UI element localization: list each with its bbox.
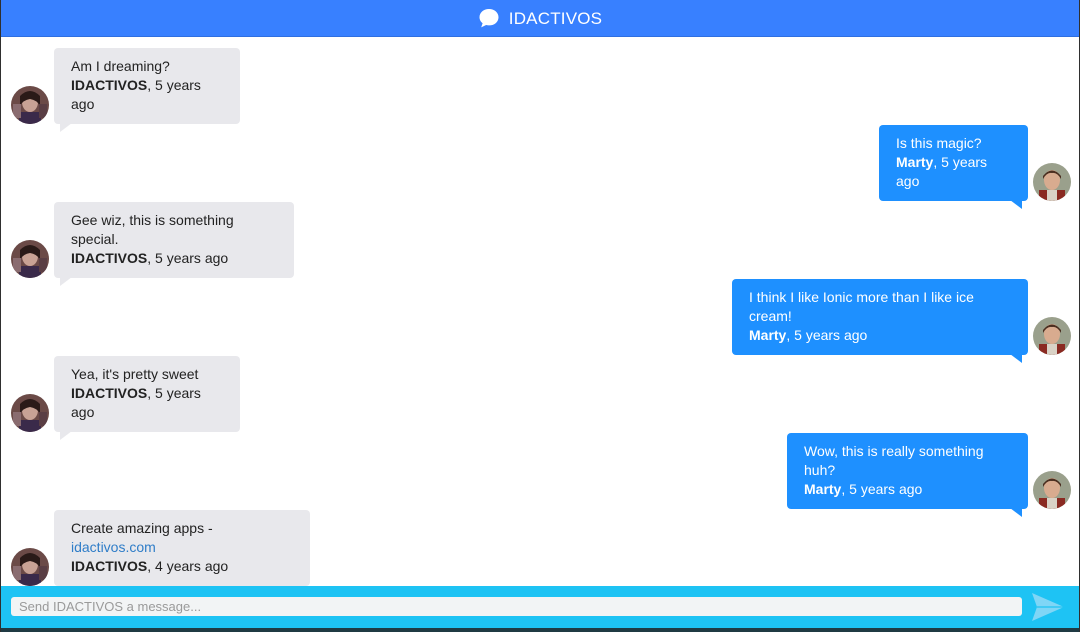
message-meta: Marty, 5 years ago [896, 153, 1011, 191]
message-bubble: Create amazing apps - idactivos.com IDAC… [54, 510, 310, 594]
message-item: Gee wiz, this is something special. IDAC… [11, 202, 294, 286]
message-bubble: Is this magic? Marty, 5 years ago [879, 125, 1028, 209]
message-text: Am I dreaming? [71, 58, 170, 74]
message-text: Create amazing apps - idactivos.com [71, 519, 293, 557]
idactivos-link[interactable]: idactivos.com [71, 539, 156, 555]
message-list[interactable]: Am I dreaming? IDACTIVOS, 5 years ago Is… [1, 37, 1079, 594]
message-meta: IDACTIVOS, 4 years ago [71, 557, 293, 576]
avatar-marty [1033, 471, 1071, 509]
message-bubble: Gee wiz, this is something special. IDAC… [54, 202, 294, 286]
message-author: Marty [896, 154, 934, 170]
avatar-idactivos [11, 394, 49, 432]
message-time: , 5 years ago [841, 481, 923, 497]
message-text: Gee wiz, this is something special. [71, 212, 234, 247]
avatar-idactivos [11, 548, 49, 586]
bottom-strip [1, 628, 1079, 632]
message-meta: IDACTIVOS, 5 years ago [71, 249, 277, 268]
message-author: IDACTIVOS [71, 558, 148, 574]
message-time: , 5 years ago [786, 327, 868, 343]
message-bubble: Yea, it's pretty sweet IDACTIVOS, 5 year… [54, 356, 240, 440]
avatar-idactivos [11, 86, 49, 124]
message-time: , 4 years ago [147, 558, 229, 574]
message-text: Wow, this is really something huh? [804, 443, 984, 478]
message-time: , 5 years ago [147, 250, 229, 266]
message-text: Is this magic? [896, 135, 982, 151]
send-icon [1032, 593, 1064, 621]
message-author: Marty [749, 327, 787, 343]
message-meta: Marty, 5 years ago [804, 480, 1011, 499]
message-text: I think I like Ionic more than I like ic… [749, 289, 974, 324]
avatar-idactivos [11, 240, 49, 278]
message-meta: IDACTIVOS, 5 years ago [71, 384, 223, 422]
send-button[interactable] [1031, 592, 1065, 622]
message-item: I think I like Ionic more than I like ic… [732, 279, 1071, 363]
message-meta: Marty, 5 years ago [749, 326, 1011, 345]
page-title: IDACTIVOS [508, 8, 603, 28]
message-author: IDACTIVOS [71, 250, 148, 266]
message-item: Yea, it's pretty sweet IDACTIVOS, 5 year… [11, 356, 240, 440]
message-input[interactable] [11, 597, 1022, 616]
message-meta: IDACTIVOS, 5 years ago [71, 76, 223, 114]
message-bubble: Wow, this is really something huh? Marty… [787, 433, 1028, 517]
message-author: IDACTIVOS [71, 77, 148, 93]
avatar-marty [1033, 163, 1071, 201]
avatar-marty [1033, 317, 1071, 355]
message-text: Yea, it's pretty sweet [71, 366, 199, 382]
message-author: IDACTIVOS [71, 385, 148, 401]
message-item: Create amazing apps - idactivos.com IDAC… [11, 510, 310, 594]
message-author: Marty [804, 481, 842, 497]
message-item: Is this magic? Marty, 5 years ago [879, 125, 1071, 209]
composer-bar [1, 586, 1079, 628]
message-item: Am I dreaming? IDACTIVOS, 5 years ago [11, 48, 240, 132]
chat-bubble-icon [478, 7, 500, 29]
message-item: Wow, this is really something huh? Marty… [787, 433, 1071, 517]
chat-app: IDACTIVOS Am I dreaming? IDACTIVOS, 5 ye… [0, 0, 1080, 632]
message-bubble: Am I dreaming? IDACTIVOS, 5 years ago [54, 48, 240, 132]
message-text-prefix: Create amazing apps - [71, 520, 213, 536]
message-bubble: I think I like Ionic more than I like ic… [732, 279, 1028, 363]
header-bar: IDACTIVOS [1, 0, 1079, 37]
